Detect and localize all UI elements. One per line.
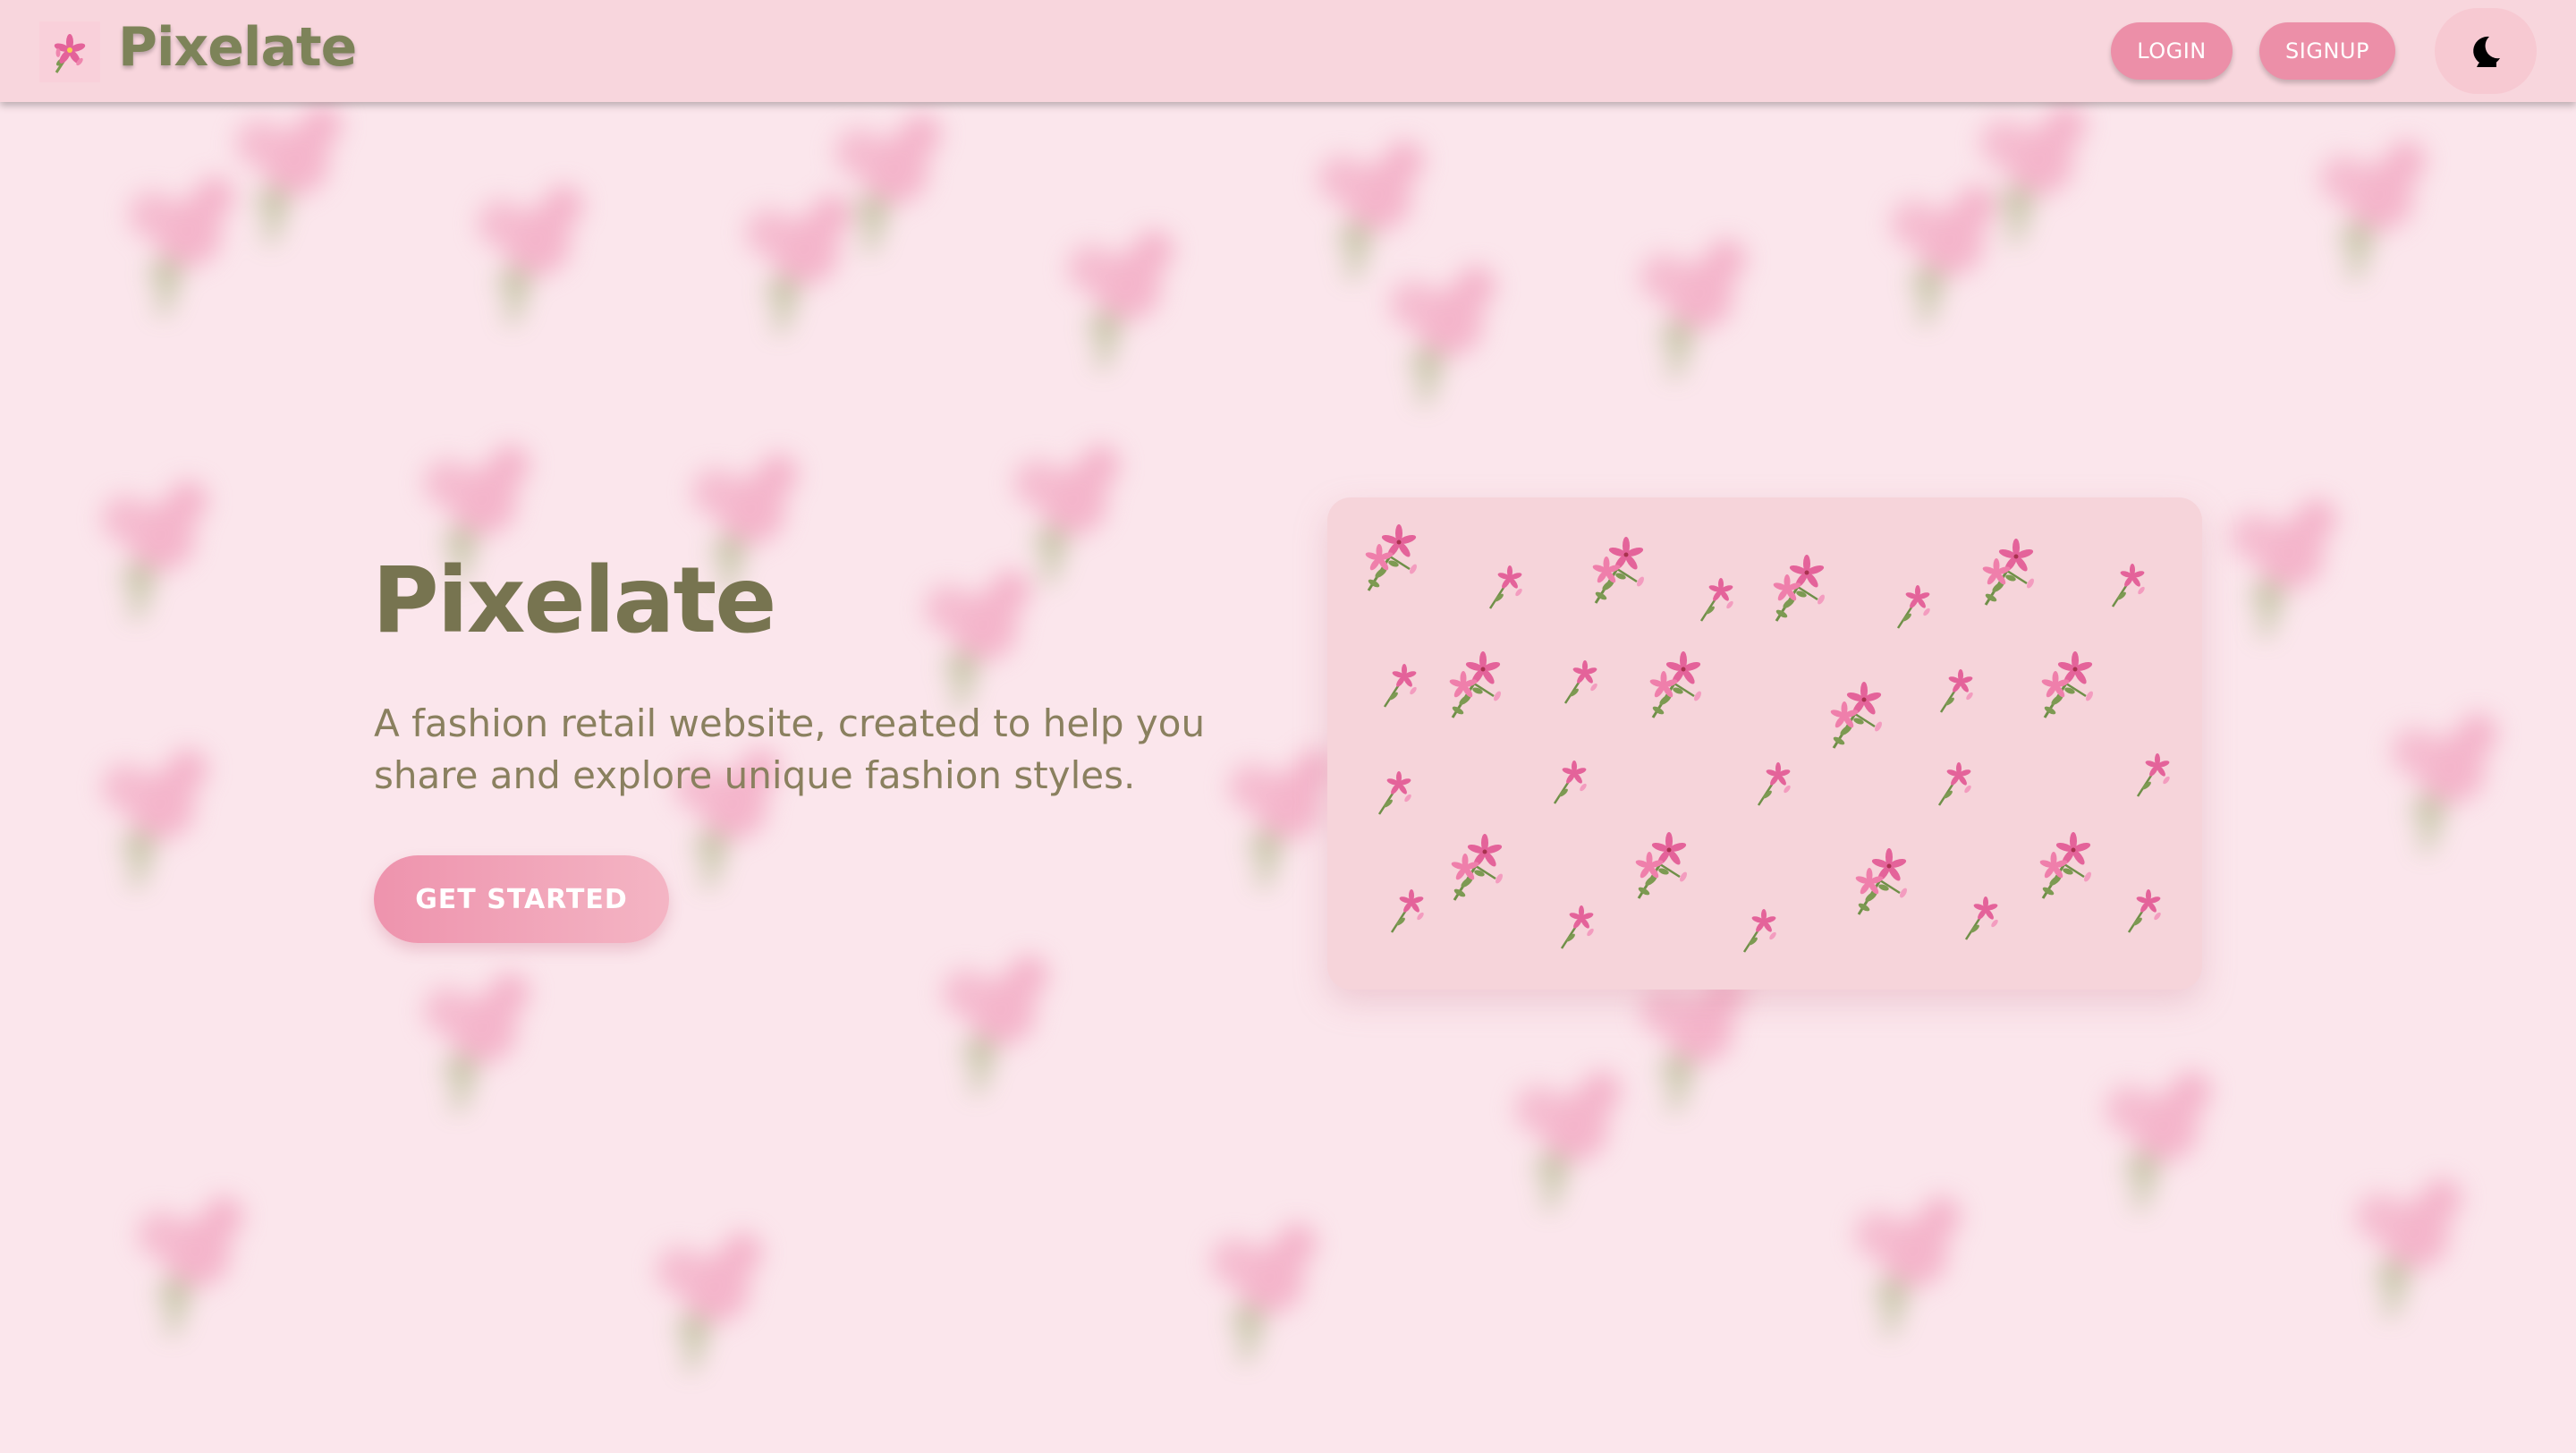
logo[interactable] xyxy=(39,21,100,82)
signup-button[interactable]: SIGNUP xyxy=(2259,22,2395,80)
hero-image-card xyxy=(1327,497,2202,990)
flower-icon xyxy=(54,34,86,73)
hero-description: A fashion retail website, created to hel… xyxy=(374,701,1206,797)
hero-title: Pixelate xyxy=(372,548,776,654)
login-button[interactable]: LOGIN xyxy=(2111,22,2233,80)
get-started-button[interactable]: GET STARTED xyxy=(374,855,669,943)
brand-name[interactable]: Pixelate xyxy=(118,16,357,79)
moon-icon xyxy=(2473,36,2500,67)
theme-toggle-button[interactable] xyxy=(2435,8,2537,94)
top-navbar: Pixelate LOGIN SIGNUP xyxy=(0,0,2576,102)
floral-pattern-illustration xyxy=(1363,523,2173,954)
